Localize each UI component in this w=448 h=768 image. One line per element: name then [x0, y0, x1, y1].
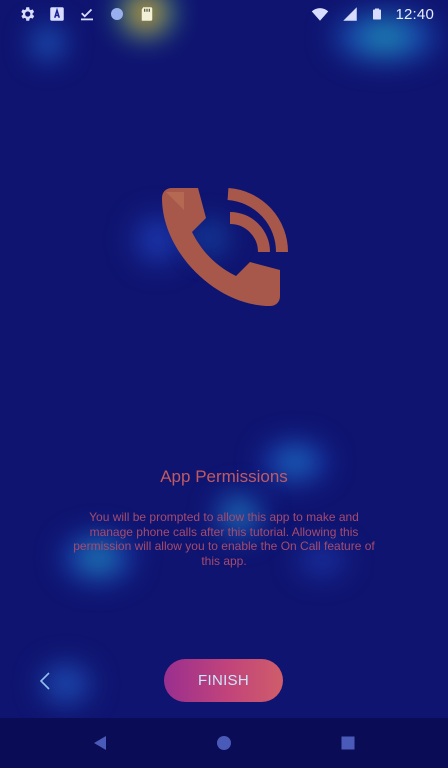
back-button[interactable] [30, 666, 60, 696]
back-triangle-icon [94, 736, 106, 750]
page-title: App Permissions [160, 467, 288, 486]
status-bar: 12:40 [0, 0, 448, 28]
circle-icon [111, 8, 123, 20]
sd-card-icon [141, 7, 153, 21]
phone-ring-icon [162, 188, 288, 306]
home-circle-icon [217, 736, 231, 750]
check-download-icon [81, 8, 93, 21]
finish-button[interactable]: FINISH [164, 659, 283, 702]
battery-icon [373, 8, 382, 20]
status-notifications [18, 5, 156, 23]
font-a-icon [50, 7, 64, 21]
chevron-left-icon [39, 672, 50, 690]
recents-square-icon [341, 736, 355, 750]
nav-recents-button[interactable] [336, 731, 360, 755]
nav-home-button[interactable] [212, 731, 236, 755]
permission-description: You will be prompted to allow this app t… [73, 510, 375, 568]
wifi-icon [312, 8, 329, 21]
gear-icon [21, 7, 35, 21]
clock: 12:40 [395, 5, 434, 23]
nav-back-button[interactable] [88, 731, 112, 755]
cellular-signal-icon [343, 7, 358, 21]
tutorial-screen: 12:40 App Permissions You will be prompt… [0, 0, 448, 768]
navigation-bar [0, 718, 448, 768]
status-system: 12:40 [311, 5, 434, 23]
